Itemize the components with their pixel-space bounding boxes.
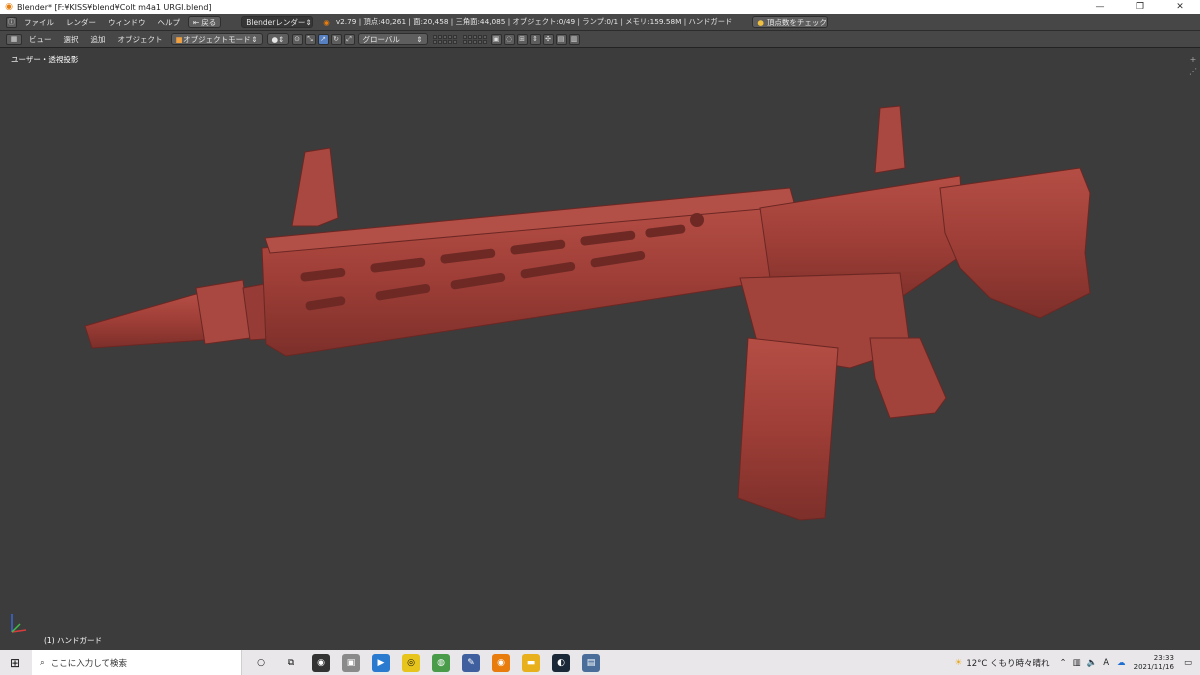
notifications-icon[interactable]: ▭ bbox=[1184, 658, 1192, 668]
weather-text[interactable]: 12°C くもり時々晴れ bbox=[966, 657, 1049, 669]
search-icon: ⌕ bbox=[40, 657, 45, 668]
viewport-shading-select[interactable]: ● ⇕ bbox=[266, 33, 289, 45]
mode-select[interactable]: ■ オブジェクトモード ⇕ bbox=[170, 33, 263, 45]
addon-icon: ● bbox=[757, 17, 764, 27]
buttstock bbox=[939, 167, 1091, 319]
window-titlebar: ◉ Blender* [F:¥KISS¥blend¥Colt m4a1 URGI… bbox=[0, 0, 1200, 14]
check-vertex-count-button[interactable]: ● 頂点数をチェック bbox=[752, 16, 829, 28]
menu-select[interactable]: 選択 bbox=[58, 34, 85, 45]
app-media-icon[interactable]: ◉ bbox=[312, 653, 330, 672]
app-tv-icon[interactable]: ▶ bbox=[372, 653, 390, 672]
window-title: Blender* [F:¥KISS¥blend¥Colt m4a1 URGI.b… bbox=[17, 2, 212, 12]
orientation-value: グローバル bbox=[362, 34, 400, 44]
pivot-point-icon[interactable]: ⊙ bbox=[291, 33, 303, 45]
rear-sight bbox=[874, 105, 906, 174]
clock[interactable]: 23:33 2021/11/16 bbox=[1134, 654, 1174, 672]
editor-type-info-icon[interactable]: ⓘ bbox=[6, 16, 17, 28]
file-explorer-icon[interactable]: ▬ bbox=[522, 653, 540, 672]
ime-indicator[interactable]: A bbox=[1103, 658, 1109, 668]
system-tray: ☀ 12°C くもり時々晴れ ⌃ ▥ 🔈 A ☁ 23:33 2021/11/1… bbox=[955, 650, 1200, 675]
clock-date: 2021/11/16 bbox=[1133, 662, 1174, 671]
back-icon: ⇤ bbox=[193, 17, 200, 27]
taskbar-search-box[interactable]: ⌕ ここに入力して検索 bbox=[32, 650, 242, 675]
menu-file[interactable]: ファイル bbox=[18, 17, 60, 28]
dropdown-arrows-icon: ⇕ bbox=[305, 17, 312, 27]
object-mode-icon: ■ bbox=[175, 34, 183, 44]
snap-toggle-icon[interactable]: ⊞ bbox=[516, 33, 528, 45]
info-header: ⓘ ファイル レンダー ウィンドウ ヘルプ ⇤ 戻る Blenderレンダー ⇕… bbox=[0, 14, 1200, 31]
snap-element-icon[interactable]: ⇕ bbox=[529, 33, 541, 45]
axis-gizmo-icon bbox=[11, 614, 27, 633]
dropdown-arrows-icon: ⇕ bbox=[251, 34, 258, 44]
dropdown-arrows-icon: ⇕ bbox=[278, 34, 285, 44]
transform-orientation-select[interactable]: グローバル ⇕ bbox=[357, 33, 428, 45]
rotate-manipulator-icon[interactable]: ↻ bbox=[330, 33, 342, 45]
menu-view[interactable]: ビュー bbox=[23, 34, 58, 45]
scene-stats: v2.79 | 頂点:40,261 | 面:20,458 | 三角面:44,08… bbox=[335, 17, 733, 26]
cortana-icon[interactable]: ○ bbox=[252, 654, 270, 672]
minimize-button[interactable]: — bbox=[1080, 0, 1120, 14]
windows-start-icon[interactable]: ⊞ bbox=[10, 656, 20, 670]
close-button[interactable]: ✕ bbox=[1160, 0, 1200, 14]
app-photos-icon[interactable]: ▣ bbox=[342, 653, 360, 672]
task-view-icon[interactable]: ⧉ bbox=[282, 654, 300, 672]
snap-target-icon[interactable]: ✣ bbox=[542, 33, 554, 45]
view3d-header: ▦ ビュー 選択 追加 オブジェクト ■ オブジェクトモード ⇕ ● ⇕ ⊙ ⤡… bbox=[0, 31, 1200, 48]
app-window-icon[interactable]: ▤ bbox=[582, 653, 600, 672]
chrome-icon[interactable]: ◍ bbox=[432, 653, 450, 672]
render-engine-value: Blenderレンダー bbox=[246, 17, 306, 27]
app-player-icon[interactable]: ◎ bbox=[402, 653, 420, 672]
scale-manipulator-icon[interactable]: ⤢ bbox=[343, 33, 355, 45]
search-placeholder: ここに入力して検索 bbox=[50, 658, 128, 669]
blender-taskbar-icon[interactable]: ◉ bbox=[492, 653, 510, 672]
menu-render[interactable]: レンダー bbox=[60, 17, 102, 28]
windows-taskbar: ⊞ ⌕ ここに入力して検索 ○ ⧉ ◉ ▣ ▶ ◎ ◍ ✎ ◉ ▬ ◐ ▤ ☀ … bbox=[0, 650, 1200, 675]
layer-buttons-group-1[interactable] bbox=[432, 34, 457, 44]
manipulator-toggle-icon[interactable]: ⤡ bbox=[304, 33, 316, 45]
render-engine-select[interactable]: Blenderレンダー ⇕ bbox=[241, 16, 314, 28]
restore-button[interactable]: ❐ bbox=[1120, 0, 1160, 14]
front-sight bbox=[291, 147, 339, 227]
network-icon[interactable]: ▥ bbox=[1073, 658, 1081, 668]
check-vertex-count-label: 頂点数をチェック bbox=[766, 17, 827, 27]
steam-icon[interactable]: ◐ bbox=[552, 653, 570, 672]
menu-window[interactable]: ウィンドウ bbox=[102, 17, 152, 28]
opengl-render-image-icon[interactable]: ▤ bbox=[555, 33, 567, 45]
active-object-label: (1) ハンドガード bbox=[44, 636, 103, 645]
mode-value: オブジェクトモード bbox=[183, 34, 251, 44]
menu-help[interactable]: ヘルプ bbox=[152, 17, 187, 28]
magazine bbox=[737, 337, 839, 521]
3d-viewport[interactable]: ユーザー・透視投影 + ⋰ (1) ハンドガード bbox=[0, 48, 1200, 650]
pistol-grip bbox=[869, 337, 947, 419]
menu-add[interactable]: 追加 bbox=[85, 34, 112, 45]
layer-buttons-group-2[interactable] bbox=[462, 34, 487, 44]
rifle-model bbox=[84, 105, 1091, 521]
app-editor-icon[interactable]: ✎ bbox=[462, 653, 480, 672]
volume-icon[interactable]: 🔈 bbox=[1087, 658, 1098, 668]
weather-icon: ☀ bbox=[954, 657, 963, 668]
back-label: 戻る bbox=[201, 17, 217, 27]
opengl-render-animation-icon[interactable]: ▥ bbox=[568, 33, 580, 45]
translate-manipulator-icon[interactable]: ↗ bbox=[317, 33, 329, 45]
lock-layers-icon[interactable]: ▣ bbox=[490, 33, 502, 45]
tray-overflow-icon[interactable]: ⌃ bbox=[1060, 658, 1067, 668]
blender-logo-icon: ◉ bbox=[5, 2, 13, 12]
proportional-edit-icon[interactable]: ◌ bbox=[503, 33, 515, 45]
clock-time: 23:33 bbox=[1153, 653, 1174, 662]
dropdown-arrows-icon: ⇕ bbox=[416, 34, 423, 44]
barrel-collar bbox=[195, 279, 251, 345]
editor-type-3dview-icon[interactable]: ▦ bbox=[6, 33, 22, 45]
menu-object[interactable]: オブジェクト bbox=[112, 34, 169, 45]
onedrive-icon[interactable]: ☁ bbox=[1117, 658, 1126, 668]
back-button[interactable]: ⇤ 戻る bbox=[188, 16, 222, 28]
